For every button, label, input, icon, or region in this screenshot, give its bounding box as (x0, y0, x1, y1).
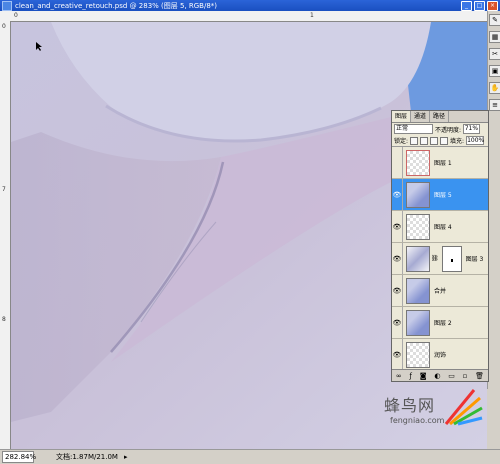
top-ruler[interactable]: 0 1 (0, 11, 487, 22)
panel-tabs: 图层 通道 路径 (392, 111, 488, 123)
close-button[interactable]: × (487, 0, 498, 11)
layer-name: 图层 1 (434, 160, 452, 167)
lock-transparent-icon[interactable] (410, 136, 419, 145)
left-ruler[interactable]: 0 7 8 (0, 21, 11, 449)
lock-move-icon[interactable] (430, 136, 439, 145)
opacity-field[interactable]: 71% (463, 124, 481, 134)
zoom-field[interactable]: 282.84% (2, 451, 36, 463)
new-layer-icon[interactable]: ▫ (463, 372, 468, 380)
trash-icon[interactable]: 🗑 (475, 372, 484, 380)
ruler-tick-0: 0 (14, 12, 18, 19)
tab-layers[interactable]: 图层 (392, 111, 412, 122)
eye-icon[interactable]: 👁 (392, 275, 403, 306)
eye-icon[interactable]: 👁 (392, 307, 403, 338)
layer-row-4[interactable]: 👁 图层 4 (392, 211, 488, 243)
blend-row: 正常 不透明度: 71% (392, 123, 488, 135)
tab-paths[interactable]: 路径 (430, 111, 450, 122)
layer-name: 合并 (434, 288, 447, 295)
scissors-icon[interactable]: ✂ (489, 48, 500, 60)
layer-row-3[interactable]: 👁 ⛓ 图层 3 (392, 243, 488, 275)
layer-thumbnail (406, 341, 430, 368)
layer-mask-thumbnail[interactable] (441, 245, 462, 272)
layers-panel: 图层 通道 路径 正常 不透明度: 71% 锁定: 填充: 100% 图层 1 … (391, 110, 489, 382)
watermark-brand: 蜂鸟网 (384, 396, 436, 415)
tab-channels[interactable]: 通道 (411, 111, 431, 122)
layer-row-5[interactable]: 👁 图层 5 (392, 179, 488, 211)
eye-icon[interactable]: 👁 (392, 243, 403, 274)
layer-name: 润饰 (434, 352, 447, 359)
lock-paint-icon[interactable] (420, 136, 429, 145)
ruler-tick-left-8: 8 (2, 316, 6, 323)
arrow-cursor-icon (36, 42, 45, 53)
layer-row-retouch[interactable]: 👁 润饰 (392, 339, 488, 371)
layer-row-2[interactable]: 👁 图层 2 (392, 307, 488, 339)
eye-icon[interactable]: 👁 (392, 339, 403, 370)
layer-thumbnail (406, 149, 430, 176)
watermark-url: fengniao.com (390, 416, 445, 425)
status-bar: 282.84% 文档:1.87M/21.0M ▸ (0, 449, 500, 464)
stamp-icon[interactable]: ▣ (489, 65, 500, 77)
ruler-tick-left-7: 7 (2, 186, 6, 193)
layer-thumbnail (406, 245, 430, 272)
layers-icon[interactable]: ≡ (489, 99, 500, 111)
layer-name: 图层 3 (465, 256, 484, 263)
add-mask-icon[interactable]: ◙ (420, 372, 427, 380)
layer-thumbnail (406, 213, 430, 240)
eye-icon[interactable]: 👁 (392, 179, 403, 210)
ruler-tick-1: 1 (310, 12, 314, 19)
blend-mode-select[interactable]: 正常 (394, 124, 433, 134)
bird-logo-icon (444, 389, 483, 426)
layer-row-merged[interactable]: 👁 合并 (392, 275, 488, 307)
ruler-tick-left-0: 0 (2, 23, 6, 30)
layer-name: 图层 4 (434, 224, 452, 231)
window-title: clean_and_creative_retouch.psd @ 283% (图… (15, 1, 218, 10)
layers-panel-footer: ∞ ƒ ◙ ◐ ▭ ▫ 🗑 (392, 369, 488, 381)
new-group-icon[interactable]: ▭ (448, 372, 455, 380)
lock-label: 锁定: (394, 138, 409, 145)
layer-thumbnail (406, 277, 430, 304)
fill-label: 填充: (450, 138, 465, 145)
minimize-button[interactable]: _ (461, 0, 472, 11)
layer-thumbnail (406, 181, 430, 208)
site-watermark: 蜂鸟网 fengniao.com (370, 384, 488, 446)
lock-all-icon[interactable] (440, 136, 449, 145)
adjustment-layer-icon[interactable]: ◐ (434, 372, 440, 380)
layer-row-1[interactable]: 图层 1 (392, 147, 488, 179)
eye-icon[interactable]: 👁 (392, 211, 403, 242)
link-layers-icon[interactable]: ∞ (396, 372, 402, 380)
swatch-icon[interactable]: ▦ (489, 31, 500, 43)
status-menu-arrow-icon[interactable]: ▸ (124, 453, 128, 461)
title-bar: clean_and_creative_retouch.psd @ 283% (图… (0, 0, 500, 11)
lock-row: 锁定: 填充: 100% (392, 135, 488, 147)
layer-style-icon[interactable]: ƒ (410, 372, 412, 380)
hand-icon[interactable]: ✋ (489, 82, 500, 94)
fill-field[interactable]: 100% (466, 136, 484, 145)
doc-size: 文档:1.87M/21.0M (56, 453, 118, 461)
link-chain-icon: ⛓ (431, 255, 439, 262)
opacity-label: 不透明度: (435, 126, 462, 134)
layer-thumbnail (406, 309, 430, 336)
maximize-button[interactable]: □ (474, 0, 485, 11)
layer-name: 图层 5 (434, 192, 452, 199)
brush-icon[interactable]: ✎ (489, 14, 500, 26)
layer-name: 图层 2 (434, 320, 452, 327)
photoshop-app-icon (2, 0, 12, 11)
visibility-toggle[interactable] (392, 147, 403, 178)
